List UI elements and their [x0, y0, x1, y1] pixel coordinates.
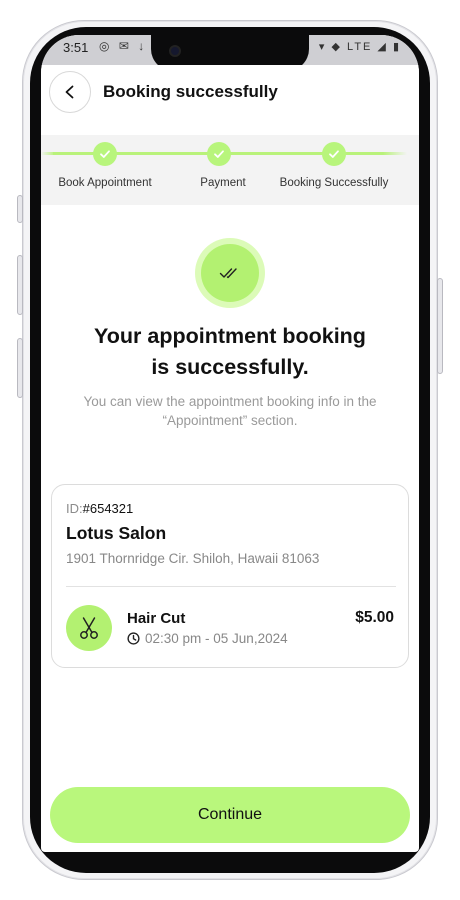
success-badge [195, 238, 265, 308]
notification-icons: ◎ ✉ ↓ [99, 39, 148, 53]
stepper-line-fade [383, 152, 407, 155]
booking-id-value: #654321 [82, 501, 134, 516]
app-screen: 3:51 ◎ ✉ ↓ ▾ ◆ LTE ◢ ▮ Booking successfu… [41, 35, 419, 852]
service-name: Hair Cut [127, 610, 186, 627]
double-check-icon [219, 268, 237, 279]
clock-icon [127, 632, 140, 645]
check-icon [214, 150, 224, 158]
check-icon [329, 150, 339, 158]
success-headline-line-2: is successfully. [151, 355, 309, 379]
step-3-check [322, 142, 346, 166]
signal-battery-icons: ▾ ◆ LTE ◢ ▮ [318, 41, 401, 53]
app-header: Booking successfully [41, 65, 419, 135]
continue-button[interactable]: Continue [50, 787, 410, 843]
success-headline: Your appointment booking is successfully… [41, 321, 419, 383]
success-subtext: You can view the appointment booking inf… [83, 394, 377, 428]
chevron-left-icon [65, 85, 74, 99]
success-badge-inner [201, 244, 259, 302]
front-camera [169, 45, 181, 57]
phone-action-button [17, 195, 23, 223]
booking-card[interactable]: ID:#654321 Lotus Salon 1901 Thornridge C… [51, 484, 409, 668]
status-time: 3:51 [63, 40, 89, 55]
step-1-check [93, 142, 117, 166]
salon-name: Lotus Salon [66, 523, 167, 543]
step-1-label: Book Appointment [58, 177, 152, 189]
progress-stepper: Book Appointment Payment Booking Success… [41, 135, 419, 205]
service-price: $5.00 [355, 609, 394, 626]
success-headline-line-1: Your appointment booking [94, 324, 366, 348]
check-icon [100, 150, 110, 158]
step-2-check [207, 142, 231, 166]
step-3-label: Booking Successfully [279, 177, 389, 189]
back-button[interactable] [49, 71, 91, 113]
step-2-label: Payment [200, 177, 246, 189]
phone-power-button [437, 278, 443, 374]
booking-id: ID:#654321 [66, 501, 133, 516]
scissors-icon [80, 617, 98, 639]
page-title: Booking successfully [103, 82, 278, 101]
service-time-text: 02:30 pm - 05 Jun,2024 [145, 631, 288, 646]
card-divider [66, 586, 396, 587]
phone-volume-up-button [17, 255, 23, 315]
booking-id-label: ID: [66, 501, 83, 516]
service-icon-badge [66, 605, 112, 651]
salon-address: 1901 Thornridge Cir. Shiloh, Hawaii 8106… [66, 551, 320, 566]
stepper-line-fade-left [41, 152, 55, 155]
phone-volume-down-button [17, 338, 23, 398]
service-time: 02:30 pm - 05 Jun,2024 [127, 631, 288, 646]
